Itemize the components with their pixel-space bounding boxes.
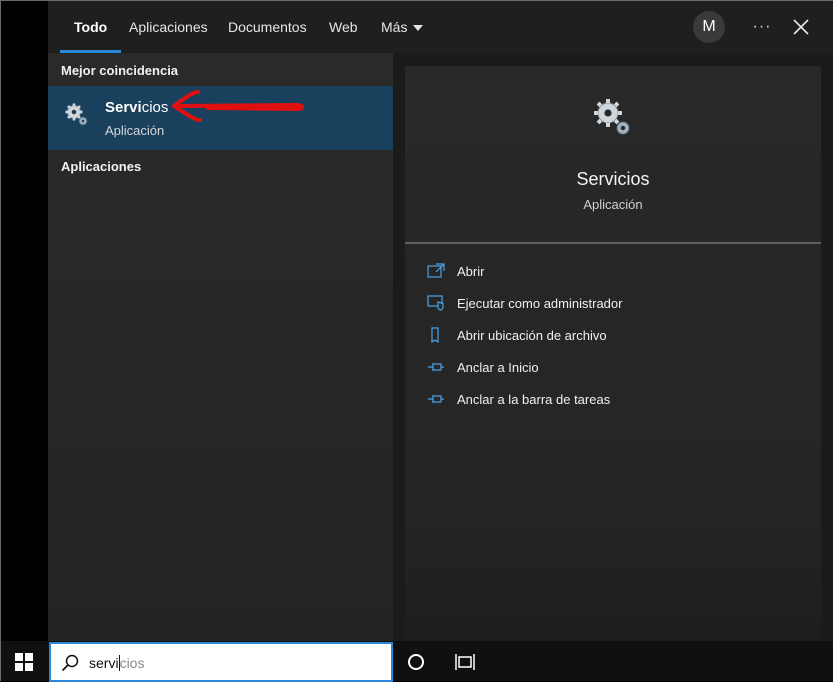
action-abrir[interactable]: Abrir bbox=[427, 261, 807, 283]
action-run-as-admin-label: Ejecutar como administrador bbox=[457, 296, 623, 311]
tab-documentos[interactable]: Documentos bbox=[228, 1, 307, 53]
search-scope-tabs: Todo Aplicaciones Documentos Web Más M ·… bbox=[48, 1, 833, 53]
details-title: Servicios bbox=[576, 169, 650, 189]
pin-icon bbox=[428, 363, 444, 371]
more-options-button[interactable]: ··· bbox=[748, 11, 776, 43]
action-file-location[interactable]: Abrir ubicación de archivo bbox=[427, 325, 807, 347]
tab-todo[interactable]: Todo bbox=[59, 1, 122, 53]
search-text: servicios bbox=[89, 655, 144, 671]
file-location-icon bbox=[431, 327, 439, 343]
action-run-as-admin[interactable]: Ejecutar como administrador bbox=[427, 293, 807, 315]
windows-start-icon[interactable] bbox=[15, 653, 33, 671]
panel-divider bbox=[393, 53, 405, 641]
action-file-location-label: Abrir ubicación de archivo bbox=[457, 328, 607, 343]
best-match-subtitle: Aplicación bbox=[105, 123, 165, 138]
best-match-header: Mejor coincidencia bbox=[61, 63, 179, 78]
best-match-item-servicios[interactable]: Servicios Aplicación bbox=[48, 86, 393, 150]
tab-mas[interactable]: Más bbox=[381, 1, 424, 53]
search-typed-text: servi bbox=[89, 655, 119, 671]
task-view-icon[interactable] bbox=[455, 653, 475, 671]
details-divider bbox=[405, 242, 821, 244]
close-icon[interactable] bbox=[790, 16, 812, 38]
action-abrir-label: Abrir bbox=[457, 264, 485, 279]
gears-icon bbox=[65, 103, 88, 126]
pin-icon bbox=[428, 395, 444, 403]
best-match-title: Servicios bbox=[105, 99, 168, 116]
best-match-title-rest: cios bbox=[141, 99, 169, 116]
panel-top-margin bbox=[393, 53, 833, 66]
chevron-down-icon bbox=[413, 25, 424, 32]
details-subtitle: Aplicación bbox=[583, 197, 643, 212]
search-input[interactable]: servicios bbox=[49, 642, 393, 682]
avatar[interactable]: M bbox=[693, 11, 725, 43]
cortana-icon[interactable] bbox=[407, 653, 425, 671]
taskbar: servicios bbox=[1, 641, 833, 682]
tab-mas-label: Más bbox=[381, 19, 408, 35]
action-pin-taskbar-label: Anclar a la barra de tareas bbox=[457, 392, 611, 407]
run-as-admin-icon bbox=[427, 295, 444, 311]
results-panel: Mejor coincidencia Servicios Aplicación … bbox=[48, 53, 393, 641]
desktop-edge bbox=[1, 1, 48, 641]
search-autocomplete-hint: cios bbox=[119, 655, 145, 671]
action-pin-taskbar[interactable]: Anclar a la barra de tareas bbox=[427, 389, 807, 411]
best-match-title-highlight: Servi bbox=[105, 99, 142, 116]
tab-web[interactable]: Web bbox=[329, 1, 358, 53]
tab-aplicaciones[interactable]: Aplicaciones bbox=[129, 1, 208, 53]
action-pin-start[interactable]: Anclar a Inicio bbox=[427, 357, 807, 379]
search-window: Todo Aplicaciones Documentos Web Más M ·… bbox=[0, 0, 833, 682]
details-panel: Servicios Aplicación Abrir Ejecutar como… bbox=[405, 66, 821, 641]
open-icon bbox=[427, 263, 445, 278]
panel-right-margin bbox=[821, 53, 833, 641]
gears-icon bbox=[594, 99, 630, 135]
action-pin-start-label: Anclar a Inicio bbox=[457, 360, 539, 375]
search-icon bbox=[61, 654, 79, 672]
apps-header: Aplicaciones bbox=[61, 159, 142, 174]
